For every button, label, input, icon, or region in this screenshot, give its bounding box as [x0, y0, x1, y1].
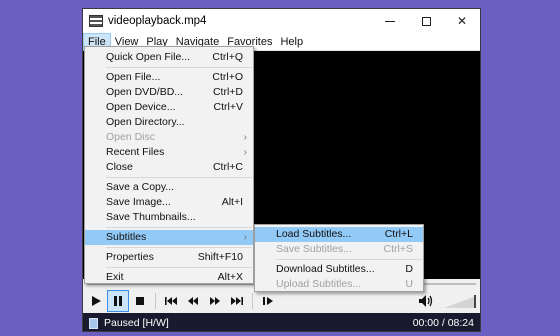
forward-button[interactable] — [204, 290, 226, 312]
volume-thumb[interactable] — [474, 295, 476, 308]
pause-button[interactable] — [107, 290, 129, 312]
chevron-right-icon: › — [243, 147, 247, 158]
volume-level — [444, 296, 476, 308]
volume-slider[interactable] — [442, 294, 476, 308]
menu-item-load-subtitles[interactable]: Load Subtitles... Ctrl+L — [255, 227, 423, 242]
title-bar[interactable]: videoplayback.mp4 ✕ — [83, 9, 480, 33]
menu-item-save-image[interactable]: Save Image... Alt+I — [85, 195, 253, 210]
subtitles-submenu: Load Subtitles... Ctrl+L Save Subtitles..… — [254, 224, 424, 292]
file-menu: Quick Open File... Ctrl+Q Open File... Ctr… — [84, 46, 254, 284]
controls-divider — [155, 293, 156, 309]
minimize-icon — [385, 20, 395, 22]
menu-separator — [106, 67, 252, 68]
menu-item-save-thumbnails[interactable]: Save Thumbnails... — [85, 210, 253, 225]
maximize-icon — [421, 16, 431, 26]
menu-item-open-file[interactable]: Open File... Ctrl+O — [85, 70, 253, 85]
time-display: 00:00 / 08:24 — [412, 317, 474, 329]
frame-step-icon — [263, 297, 273, 305]
pause-icon — [114, 296, 122, 306]
maximize-button[interactable] — [408, 9, 444, 33]
controls-divider — [252, 293, 253, 309]
status-bar: Paused [H/W] 00:00 / 08:24 — [83, 313, 480, 331]
previous-button[interactable] — [160, 290, 182, 312]
status-text: Paused [H/W] — [104, 317, 169, 329]
menu-item-quick-open[interactable]: Quick Open File... Ctrl+Q — [85, 50, 253, 65]
menu-item-open-dvd[interactable]: Open DVD/BD... Ctrl+D — [85, 85, 253, 100]
play-button[interactable] — [85, 290, 107, 312]
skip-previous-icon — [165, 297, 177, 305]
chevron-right-icon: › — [243, 132, 247, 143]
menu-item-open-disc: Open Disc › — [106, 131, 247, 143]
stop-icon — [136, 297, 144, 305]
menu-separator — [106, 227, 252, 228]
menu-separator — [106, 177, 252, 178]
menu-item-open-device[interactable]: Open Device... Ctrl+V — [85, 100, 253, 115]
menu-item-open-directory[interactable]: Open Directory... — [85, 115, 253, 130]
window-title: videoplayback.mp4 — [108, 15, 207, 27]
skip-next-icon — [231, 297, 243, 305]
menu-item-save-copy[interactable]: Save a Copy... — [85, 180, 253, 195]
menu-item-exit[interactable]: Exit Alt+X — [85, 270, 253, 285]
menu-item-download-subtitles[interactable]: Download Subtitles... D — [255, 262, 423, 277]
menu-item-save-subtitles: Save Subtitles... Ctrl+S — [276, 243, 413, 255]
frame-step-button[interactable] — [257, 290, 279, 312]
menu-item-properties[interactable]: Properties Shift+F10 — [85, 250, 253, 265]
menu-separator — [106, 267, 252, 268]
menu-item-close[interactable]: Close Ctrl+C — [85, 160, 253, 175]
play-icon — [92, 296, 101, 306]
minimize-button[interactable] — [372, 9, 408, 33]
rewind-button[interactable] — [182, 290, 204, 312]
next-button[interactable] — [226, 290, 248, 312]
file-icon — [89, 317, 98, 329]
film-icon — [89, 15, 103, 27]
chevron-right-icon: › — [243, 232, 247, 243]
volume-group — [418, 294, 480, 308]
stop-button[interactable] — [129, 290, 151, 312]
rewind-icon — [188, 297, 198, 305]
menu-item-upload-subtitles: Upload Subtitles... U — [276, 278, 413, 290]
close-button[interactable]: ✕ — [444, 9, 480, 33]
speaker-icon[interactable] — [418, 294, 434, 308]
menu-help[interactable]: Help — [276, 33, 307, 51]
menu-separator — [276, 259, 422, 260]
menu-item-recent-files[interactable]: Recent Files › — [85, 145, 253, 160]
controls-bar — [83, 289, 480, 313]
menu-item-subtitles[interactable]: Subtitles › — [85, 230, 253, 245]
menu-separator — [106, 247, 252, 248]
close-icon: ✕ — [456, 14, 468, 28]
fast-forward-icon — [210, 297, 220, 305]
